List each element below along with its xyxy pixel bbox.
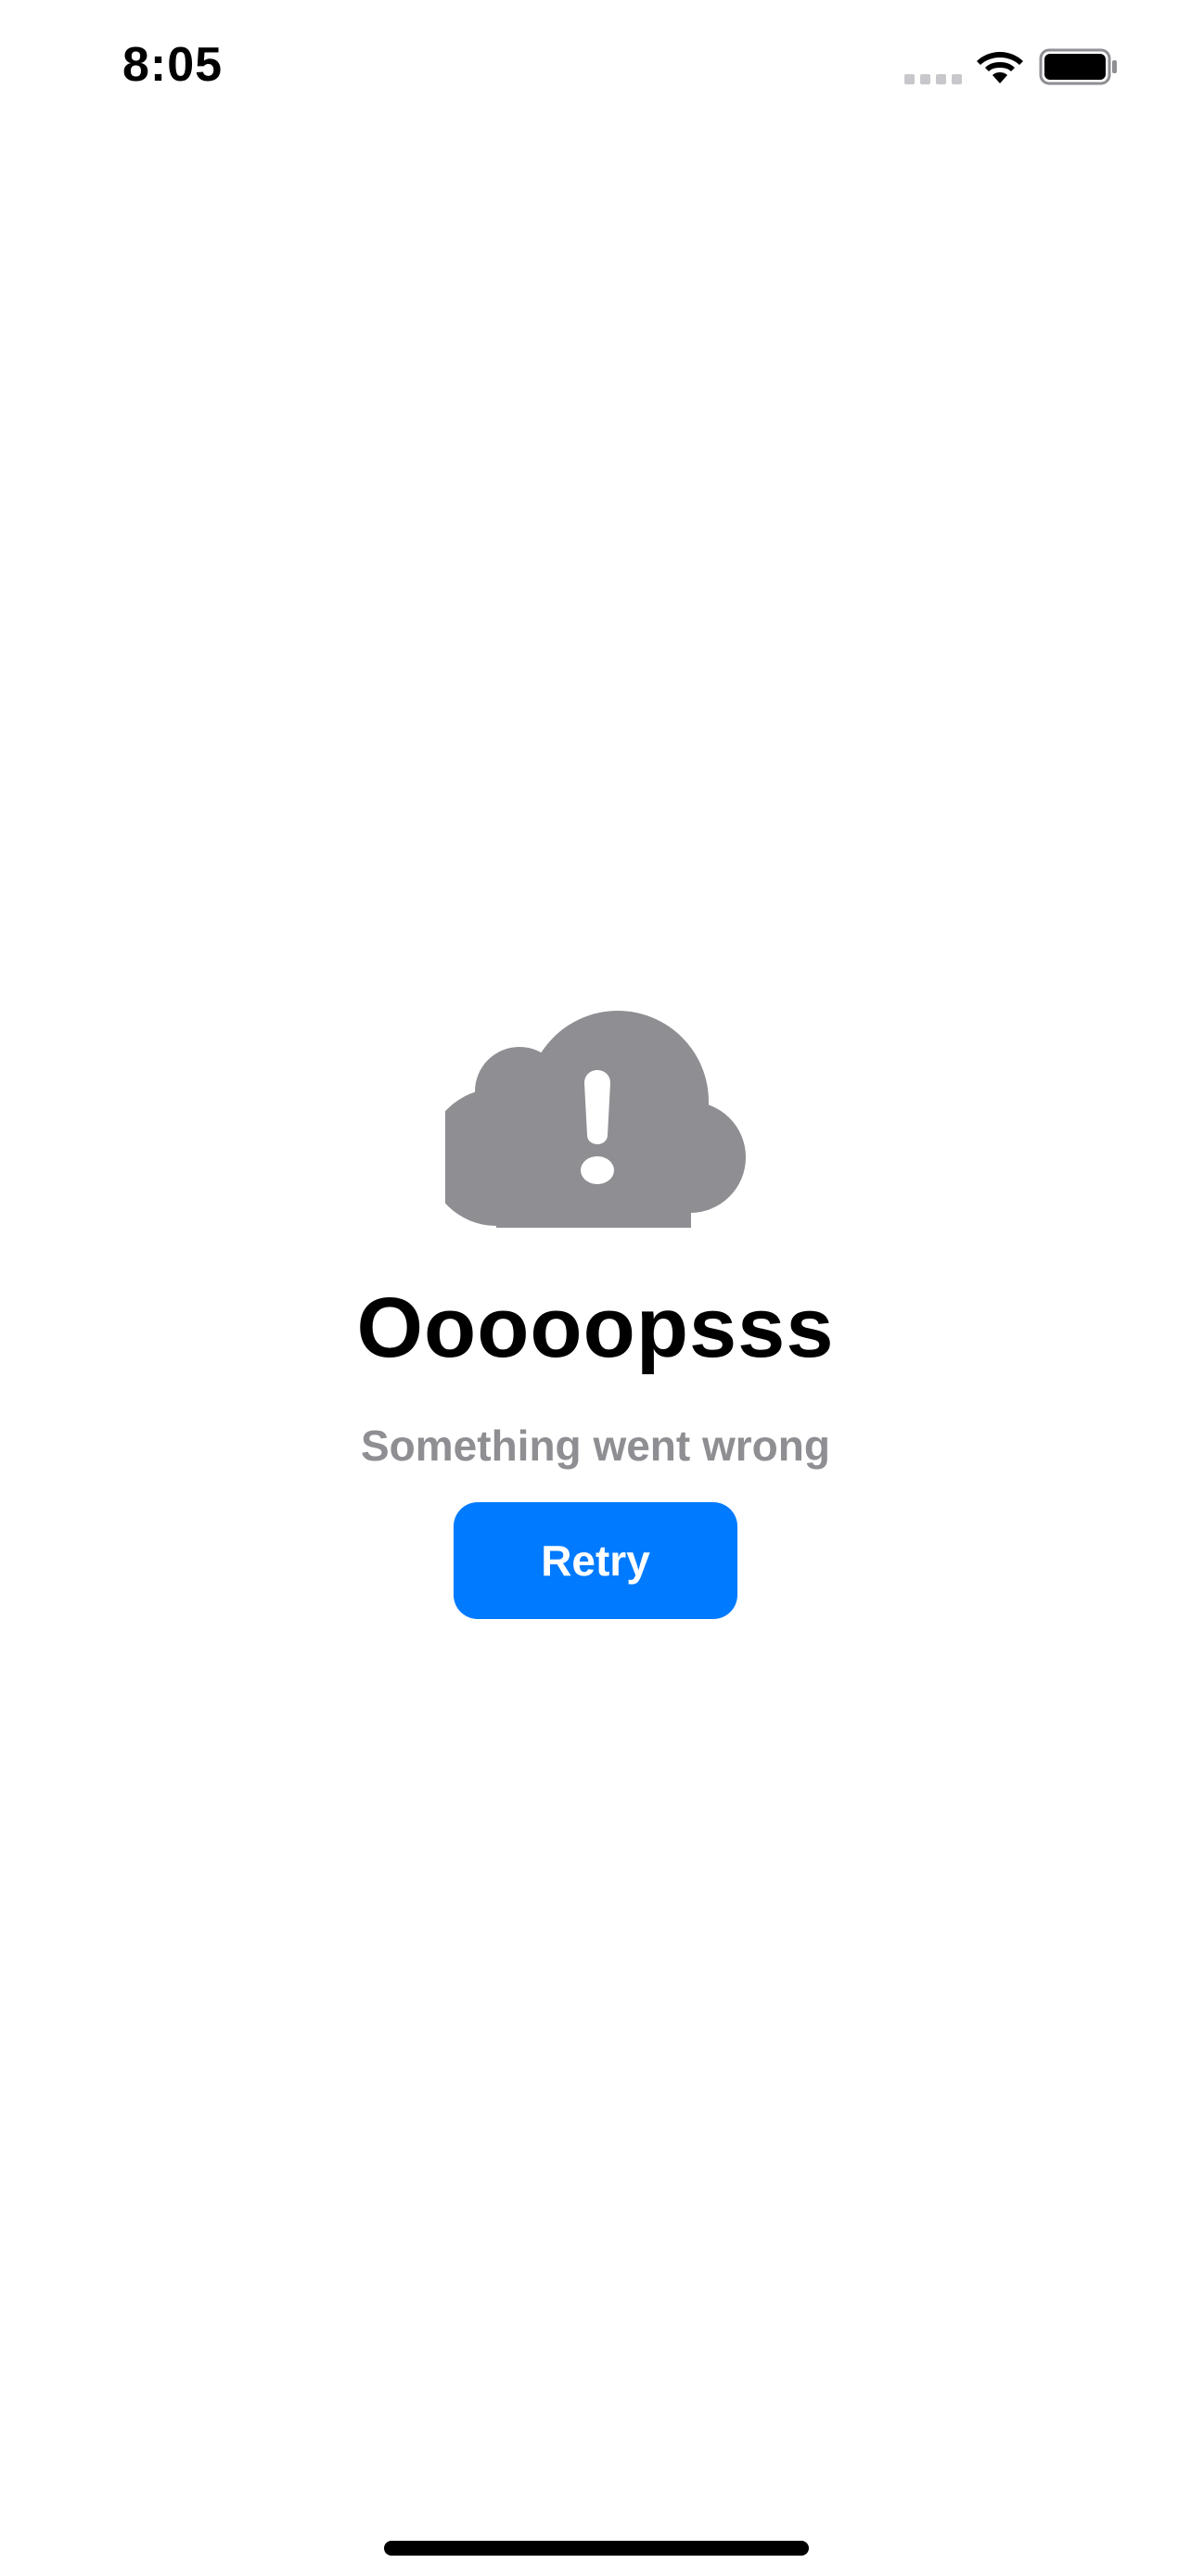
cloud-exclamation-icon — [445, 1011, 746, 1228]
error-subtitle: Something went wrong — [361, 1422, 830, 1470]
status-time: 8:05 — [122, 38, 224, 92]
wifi-icon — [977, 52, 1023, 83]
battery-icon — [1039, 48, 1117, 85]
cellular-signal-icon — [904, 74, 962, 84]
status-bar: 8:05 — [0, 0, 1191, 139]
error-state: Ooooopsss Something went wrong Retry — [0, 1011, 1191, 1619]
error-title: Ooooopsss — [356, 1281, 835, 1375]
retry-button[interactable]: Retry — [454, 1502, 737, 1619]
home-indicator[interactable] — [384, 2541, 809, 2556]
